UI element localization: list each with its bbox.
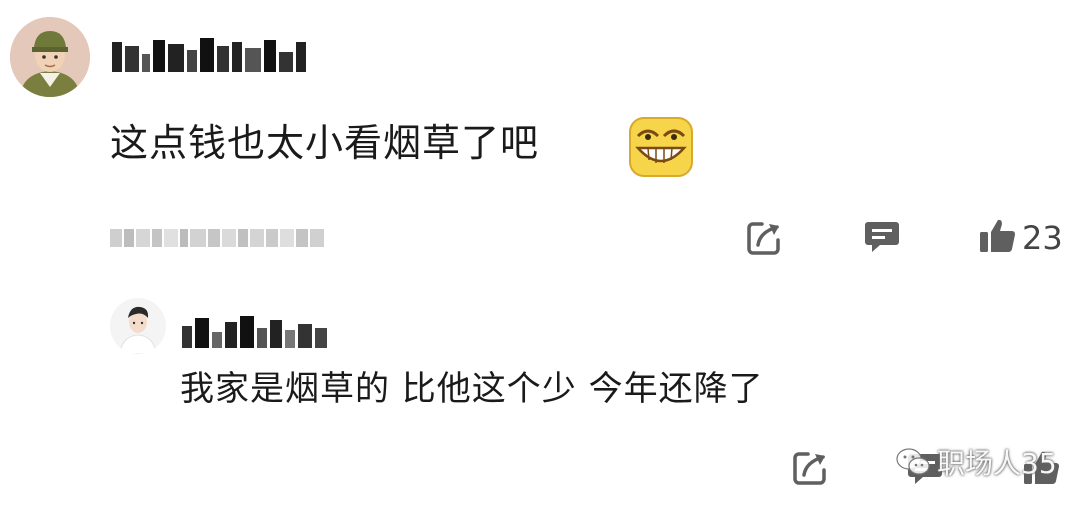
grin-emoji-icon <box>628 114 694 180</box>
like-count: 23 <box>1022 219 1063 257</box>
share-arrow-icon[interactable] <box>744 218 784 258</box>
comment-text: 这点钱也太小看烟草了吧 <box>110 121 540 165</box>
username-blurred[interactable] <box>112 34 306 72</box>
avatar[interactable] <box>110 298 166 354</box>
wechat-icon <box>895 447 931 477</box>
timestamp-blurred <box>110 226 324 250</box>
share-arrow-icon[interactable] <box>790 448 830 488</box>
comment-bubble-icon[interactable] <box>862 216 902 256</box>
thumbs-up-icon[interactable] <box>978 216 1018 256</box>
avatar[interactable] <box>10 17 90 97</box>
watermark: 职场人35 <box>895 442 1057 482</box>
watermark-text: 职场人35 <box>937 447 1057 480</box>
username-blurred[interactable] <box>182 312 327 348</box>
reply-text: 我家是烟草的 比他这个少 今年还降了 <box>180 369 764 409</box>
